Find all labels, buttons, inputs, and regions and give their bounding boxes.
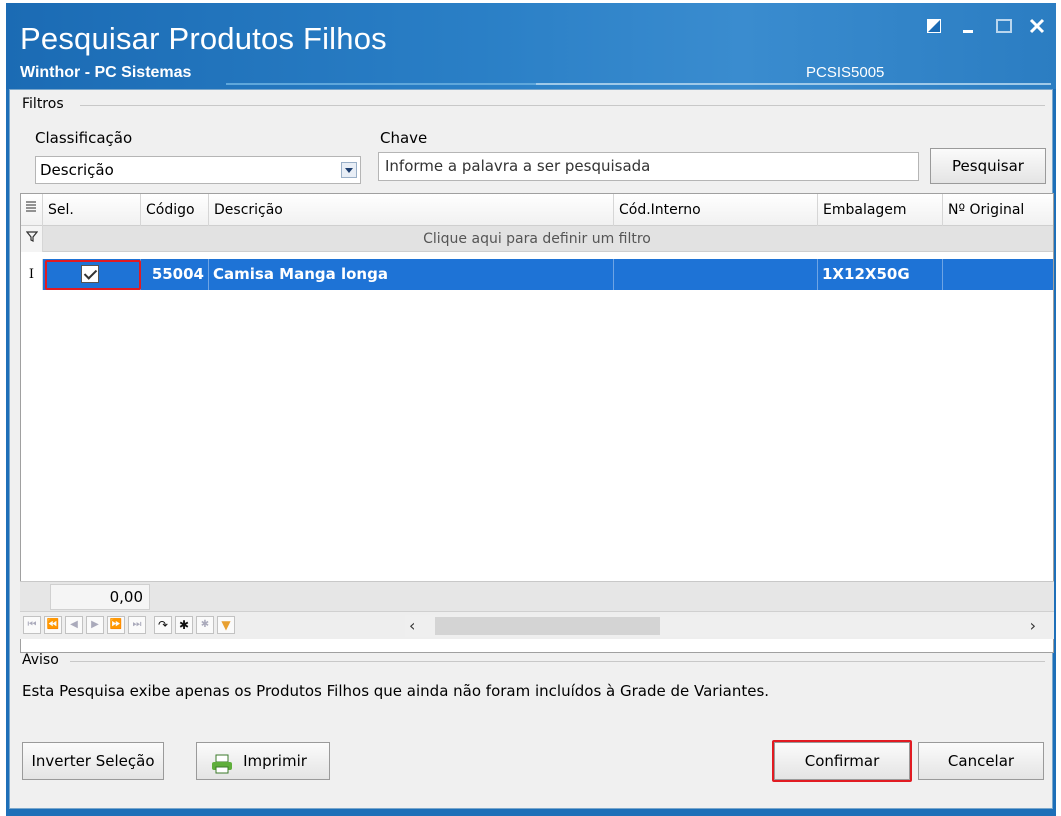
scroll-thumb[interactable] [435, 617, 660, 635]
window-subtitle: Winthor - PC Sistemas [20, 64, 192, 81]
classificacao-dropdown[interactable]: Descrição [35, 156, 361, 184]
print-label: Imprimir [243, 752, 307, 770]
system-code: PCSIS5005 [806, 64, 885, 81]
last-page-icon[interactable]: ⏭ [128, 616, 146, 634]
grid-header: Sel. Código Descrição Cód.Interno Embala… [21, 194, 1053, 226]
edit-row-indicator-icon: I [21, 259, 43, 290]
column-header-cod-interno[interactable]: Cód.Interno [614, 194, 818, 226]
column-header-descricao[interactable]: Descrição [209, 194, 614, 226]
printer-icon [211, 751, 233, 787]
restore-icon[interactable] [921, 17, 947, 43]
cancel-button[interactable]: Cancelar [918, 742, 1044, 780]
dialog-window: Pesquisar Produtos Filhos Winthor - PC S… [6, 3, 1056, 816]
classificacao-label: Classificação [35, 129, 133, 147]
grid-footer: 0,00 [20, 581, 1054, 611]
first-page-icon[interactable]: ⏮ [23, 616, 41, 634]
column-header-codigo[interactable]: Código [141, 194, 209, 226]
chevron-down-icon[interactable] [341, 162, 357, 178]
search-button[interactable]: Pesquisar [930, 148, 1046, 184]
embalagem-cell: 1X12X50G [818, 259, 943, 290]
minimize-icon[interactable] [956, 17, 982, 43]
title-divider [226, 83, 536, 85]
insert-record-icon[interactable]: ✱ [175, 616, 193, 634]
grid-navigator: ⏮ ⏪ ◀ ▶ ⏩ ⏭ ↷ ✱ ✱ ▼ ‹ › [20, 611, 1054, 639]
window-title: Pesquisar Produtos Filhos [20, 21, 387, 56]
print-button[interactable]: Imprimir [196, 742, 330, 780]
sel-highlight-box [45, 260, 141, 290]
confirm-highlight-box [772, 740, 912, 782]
column-chooser-icon[interactable] [21, 194, 43, 226]
group-divider [70, 661, 1045, 662]
refresh-icon[interactable]: ↷ [154, 616, 172, 634]
codigo-cell: 55004 [141, 259, 209, 290]
table-row[interactable]: 55004 Camisa Manga longa 1X12X50G [43, 259, 1053, 290]
next-record-icon[interactable]: ▶ [86, 616, 104, 634]
filters-group-label: Filtros [22, 96, 64, 112]
group-divider [80, 105, 1045, 106]
title-bar[interactable]: Pesquisar Produtos Filhos Winthor - PC S… [6, 3, 1056, 89]
cod-interno-cell [614, 259, 818, 290]
aviso-text: Esta Pesquisa exibe apenas os Produtos F… [22, 682, 770, 700]
chave-label: Chave [380, 129, 428, 147]
close-icon[interactable] [1024, 17, 1050, 43]
invert-selection-button[interactable]: Inverter Seleção [22, 742, 164, 780]
horizontal-scrollbar[interactable]: ‹ › [405, 615, 1040, 637]
prev-page-icon[interactable]: ⏪ [44, 616, 62, 634]
column-header-embalagem[interactable]: Embalagem [818, 194, 943, 226]
title-divider [536, 83, 1051, 85]
scroll-right-icon[interactable]: › [1030, 615, 1036, 637]
grid-filter-row[interactable]: Clique aqui para definir um filtro [21, 226, 1053, 252]
n-original-cell [943, 259, 1053, 290]
descricao-cell: Camisa Manga longa [209, 259, 614, 290]
scroll-left-icon[interactable]: ‹ [409, 615, 415, 637]
column-header-sel[interactable]: Sel. [43, 194, 141, 226]
maximize-icon[interactable] [991, 17, 1017, 43]
dialog-body: Filtros Classificação Descrição Chave In… [9, 89, 1054, 809]
filter-hint: Clique aqui para definir um filtro [423, 231, 651, 247]
delete-record-icon[interactable]: ✱ [196, 616, 214, 634]
column-header-n-original[interactable]: Nº Original [943, 194, 1053, 226]
prev-record-icon[interactable]: ◀ [65, 616, 83, 634]
classificacao-value: Descrição [40, 161, 114, 179]
chave-search-input[interactable]: Informe a palavra a ser pesquisada [378, 152, 919, 181]
filter-funnel-icon[interactable]: ▼ [217, 616, 235, 634]
aviso-group-label: Aviso [22, 652, 59, 668]
next-page-icon[interactable]: ⏩ [107, 616, 125, 634]
footer-total: 0,00 [50, 584, 150, 610]
